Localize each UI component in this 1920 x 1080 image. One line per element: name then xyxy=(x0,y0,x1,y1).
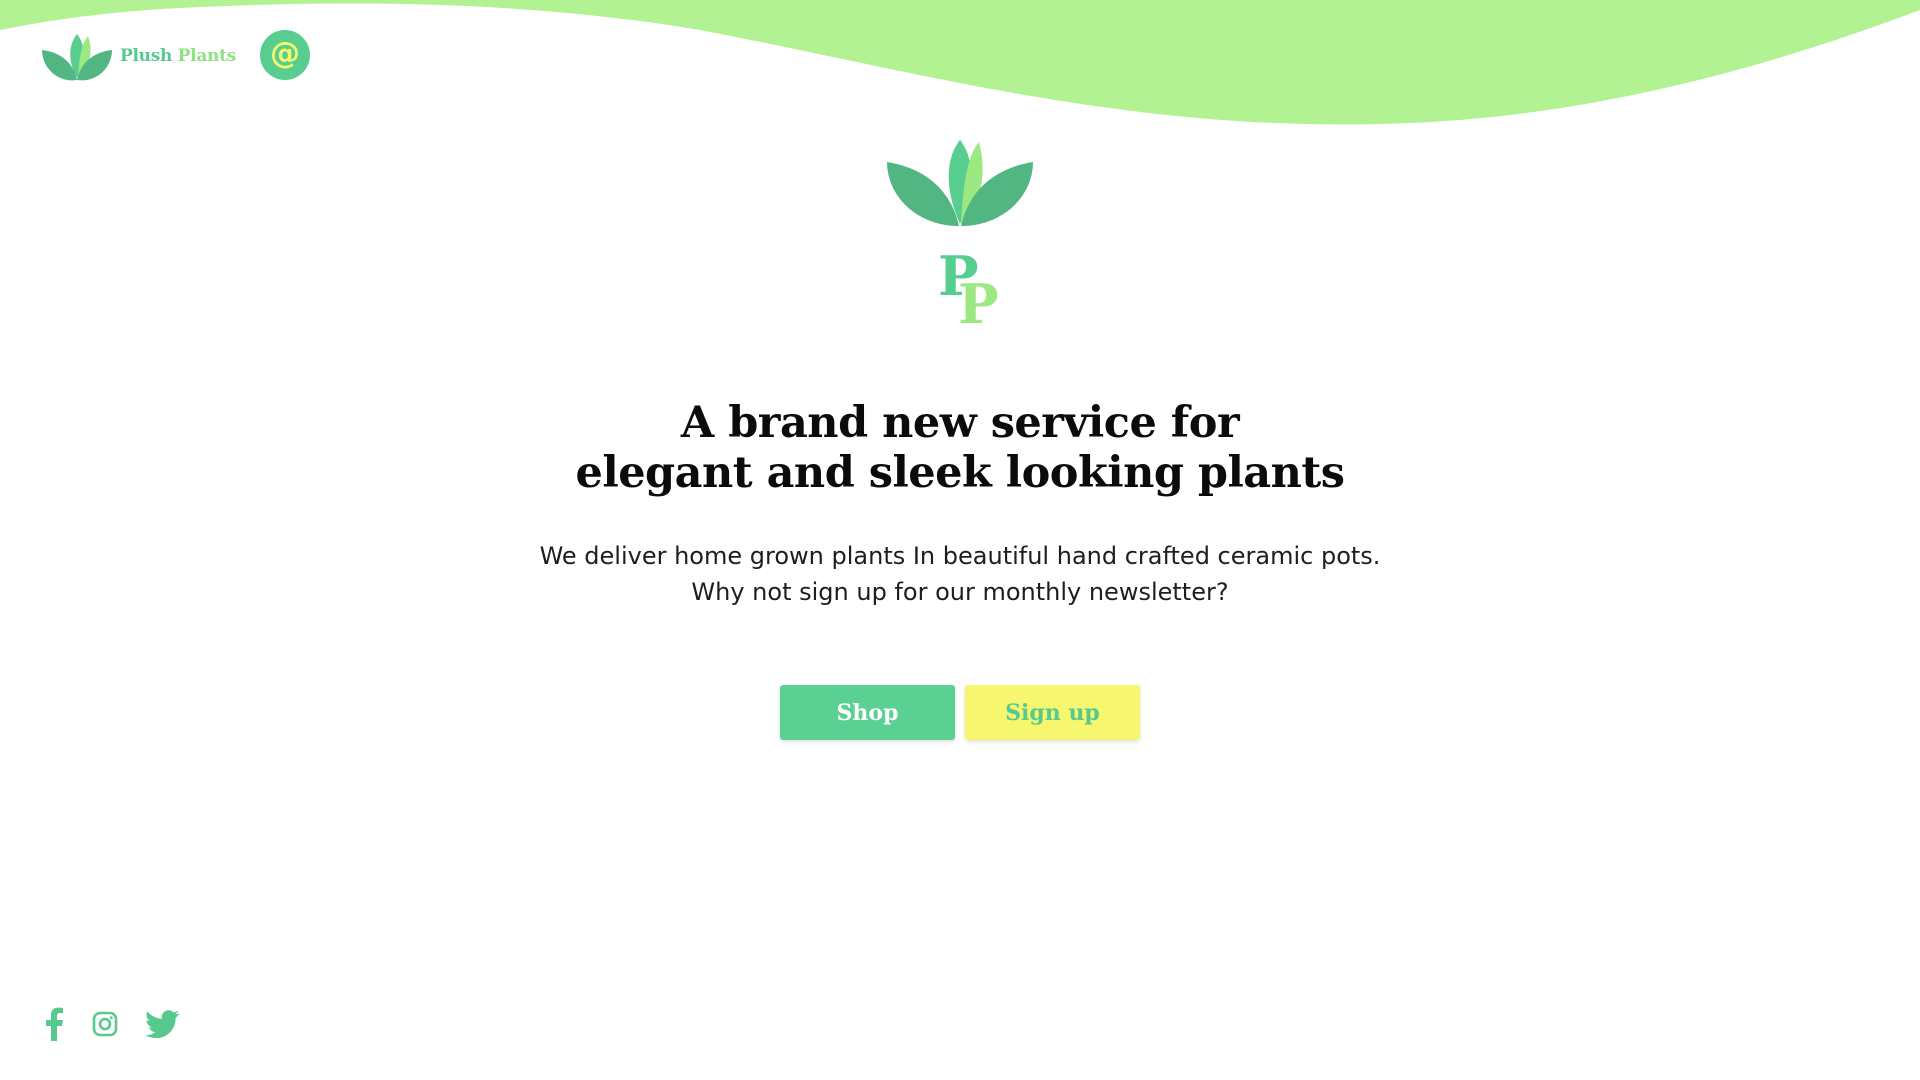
hero-headline: A brand new service for elegant and slee… xyxy=(0,398,1920,498)
cta-buttons: Shop Sign up xyxy=(780,685,1140,740)
landing-page: Plush Plants @ P P A brand new service f… xyxy=(0,0,1920,1080)
hero-description: We deliver home grown plants In beautifu… xyxy=(0,538,1920,610)
twitter-link[interactable] xyxy=(146,1004,180,1044)
hero-description-line-2: Why not sign up for our monthly newslett… xyxy=(691,578,1229,606)
hero-headline-line-1: A brand new service for xyxy=(680,398,1240,448)
leaf-logo-icon xyxy=(42,34,112,81)
facebook-link[interactable] xyxy=(44,1004,64,1044)
hero-logo: P P xyxy=(887,140,1033,330)
contact-email-button[interactable]: @ xyxy=(260,30,310,80)
header: Plush Plants xyxy=(40,28,236,84)
twitter-icon xyxy=(146,1010,179,1038)
signup-button[interactable]: Sign up xyxy=(965,685,1140,740)
hero-leaf-icon xyxy=(887,140,1033,226)
home-logo-link[interactable]: Plush Plants xyxy=(40,28,236,84)
instagram-link[interactable] xyxy=(92,1004,118,1044)
hero-description-line-1: We deliver home grown plants In beautifu… xyxy=(539,542,1381,570)
brand-name: Plush Plants xyxy=(120,46,236,66)
instagram-icon xyxy=(92,1011,118,1037)
social-links xyxy=(44,1004,208,1044)
hero-headline-line-2: elegant and sleek looking plants xyxy=(575,448,1345,498)
at-sign-icon: @ xyxy=(270,35,300,71)
monogram-letter-2: P xyxy=(958,272,999,330)
facebook-icon xyxy=(46,1007,63,1041)
brand-word-plants: Plants xyxy=(177,46,237,66)
shop-button[interactable]: Shop xyxy=(780,685,955,740)
brand-word-plush: Plush xyxy=(120,46,173,66)
